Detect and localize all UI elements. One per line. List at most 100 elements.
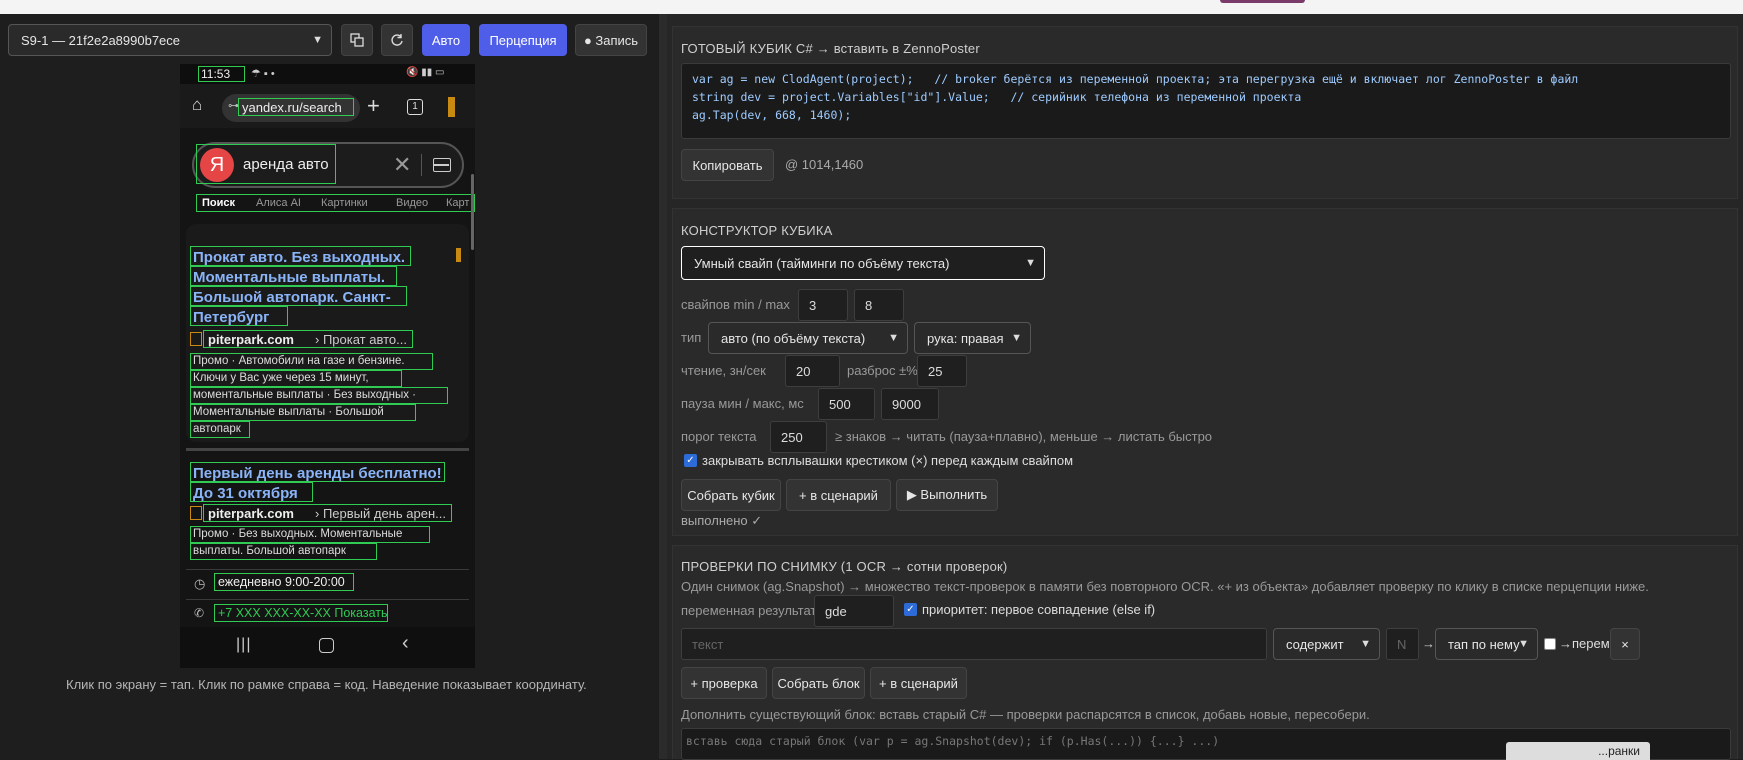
result1-title-line4[interactable]: Петербург <box>193 308 269 328</box>
hours-separator <box>186 569 469 570</box>
ready-cube-title: ГОТОВЫЙ КУБИК C# → вставить в ZennoPoste… <box>681 41 980 56</box>
result1-domain[interactable]: piterpark.com <box>208 332 294 347</box>
search-query[interactable]: аренда авто <box>243 156 329 173</box>
priority-checkbox[interactable]: ✓ <box>904 603 917 616</box>
auto-button[interactable]: Авто <box>422 24 470 56</box>
top-pill <box>1220 0 1305 3</box>
result1-desc-line4: Моментальные выплаты · Большой <box>193 406 384 418</box>
camera-search-icon[interactable] <box>433 158 451 172</box>
result2-desc-line2: выплаты. Большой автопарк <box>193 545 346 557</box>
corner-action-button[interactable]: ...ранки <box>1506 742 1650 760</box>
screen-hint: Клик по экрану = тап. Клик по рамке спра… <box>66 677 587 692</box>
phone-screen[interactable]: 11:53 ☂ ▪ • 🔇 ▮▮ ▭ ⌂ ⊶ yandex.ru/search … <box>180 64 475 668</box>
build-block-button[interactable]: Собрать блок <box>772 667 865 699</box>
tab-maps[interactable]: Карт <box>446 197 469 209</box>
swipes-max-input[interactable]: 8 <box>854 289 904 321</box>
run-status: выполнено ✓ <box>681 513 763 528</box>
result1-title-line2[interactable]: Моментальные выплаты. <box>193 268 385 288</box>
result2-title-line2[interactable]: До 31 октября <box>193 484 298 504</box>
copy-window-button[interactable] <box>341 24 373 56</box>
swipes-label: свайпов min / max <box>681 297 790 312</box>
chevron-down-icon: ▼ <box>312 34 323 46</box>
pause-label: пауза мин / макс, мс <box>681 396 804 411</box>
url-text: yandex.ru/search <box>242 100 342 115</box>
checks-card: ПРОВЕРКИ ПО СНИМКУ (1 OCR → сотни провер… <box>672 545 1738 760</box>
browser-top-strip <box>0 0 1743 14</box>
checks-title: ПРОВЕРКИ ПО СНИМКУ (1 OCR → сотни провер… <box>681 559 1008 574</box>
threshold-hint: ≥ знаков → читать (пауза+плавно), меньше… <box>835 429 1213 444</box>
type-select-value: авто (по объёму текста) <box>721 330 866 346</box>
copy-code-button[interactable]: Копировать <box>681 149 774 181</box>
code-line-2: string dev = project.Variables["id"].Val… <box>692 90 1302 104</box>
type-label: тип <box>681 330 702 345</box>
back-icon[interactable]: ‹ <box>402 632 409 655</box>
phone-separator <box>186 599 469 600</box>
tab-images[interactable]: Картинки <box>321 197 368 209</box>
pause-max-input[interactable]: 9000 <box>881 388 939 420</box>
hand-select[interactable]: рука: правая ▼ <box>914 322 1031 354</box>
result1-title-line1[interactable]: Прокат авто. Без выходных. <box>193 248 405 268</box>
pause-min-input[interactable]: 500 <box>818 388 875 420</box>
action-select[interactable]: тап по нему ▼ <box>1435 628 1538 660</box>
hand-select-value: рука: правая <box>927 330 1004 346</box>
new-tab-icon[interactable]: + <box>367 93 380 119</box>
match-select[interactable]: содержит ▼ <box>1273 628 1380 660</box>
tabs-count[interactable]: 1 <box>407 99 423 115</box>
swipes-min-input[interactable]: 3 <box>798 289 848 321</box>
action-select-value: тап по нему <box>1448 636 1520 652</box>
add-check-button[interactable]: + проверка <box>681 667 767 699</box>
close-popups-checkbox[interactable]: ✓ <box>684 454 697 467</box>
home-nav-icon[interactable] <box>319 638 334 653</box>
ready-cube-code[interactable]: var ag = new ClodAgent(project); // brok… <box>681 63 1731 139</box>
search-divider <box>421 154 422 176</box>
read-speed-input[interactable]: 20 <box>785 355 840 387</box>
recents-icon[interactable]: ||| <box>236 636 251 654</box>
threshold-input[interactable]: 250 <box>770 421 827 453</box>
threshold-label: порог текста <box>681 429 757 444</box>
mode-select[interactable]: Умный свайп (тайминги по объёму текста) … <box>681 246 1045 280</box>
constructor-title: КОНСТРУКТОР КУБИКА <box>681 223 833 238</box>
n-input[interactable]: N <box>1386 628 1419 660</box>
tab-alice[interactable]: Алиса AI <box>256 197 301 209</box>
add-to-scenario-button[interactable]: + в сценарий <box>786 479 891 511</box>
tab-video[interactable]: Видео <box>396 197 428 209</box>
arrow-label: → <box>1422 636 1435 651</box>
checks-description: Один снимок (ag.Snapshot) → множество те… <box>681 579 1649 594</box>
result1-desc-line5: автопарк <box>193 423 241 435</box>
menu-icon[interactable] <box>448 97 455 117</box>
refresh-button[interactable] <box>381 24 413 56</box>
result2-domain[interactable]: piterpark.com <box>208 506 294 521</box>
mode-select-value: Умный свайп (тайминги по объёму текста) <box>694 255 950 271</box>
perception-button[interactable]: Перцепция <box>479 24 567 56</box>
business-hours: ежедневно 9:00-20:00 <box>218 575 345 589</box>
home-icon[interactable]: ⌂ <box>192 95 202 115</box>
result1-path: › Прокат авто... <box>315 332 407 347</box>
result1-menu-icon[interactable] <box>456 248 461 262</box>
checks-to-scenario-button[interactable]: + в сценарий <box>870 667 967 699</box>
panel-divider[interactable] <box>659 14 667 759</box>
constructor-card: КОНСТРУКТОР КУБИКА Умный свайп (тайминги… <box>672 208 1738 536</box>
run-button[interactable]: ▶ Выполнить <box>896 479 998 511</box>
check-text-input[interactable]: текст <box>681 628 1267 660</box>
match-select-value: содержит <box>1286 636 1344 652</box>
copy-icon <box>350 33 364 47</box>
result2-title-line1[interactable]: Первый день аренды бесплатно! <box>193 464 442 484</box>
tab-search[interactable]: Поиск <box>202 197 235 209</box>
result1-title-line3[interactable]: Большой автопарк. Санкт- <box>193 288 391 308</box>
phone-number-line[interactable]: +7 XXX XXX-XX-XX Показать <box>218 606 388 620</box>
status-right-icons: 🔇 ▮▮ ▭ <box>406 67 445 78</box>
device-select-value: S9-1 — 21f2e2a8990b7ece <box>21 32 181 48</box>
to-var-checkbox[interactable] <box>1544 638 1556 650</box>
record-button[interactable]: ● Запись <box>575 24 647 56</box>
type-select[interactable]: авто (по объёму текста) ▼ <box>708 322 908 354</box>
result-var-input[interactable]: gde <box>814 595 894 627</box>
result2-desc-line1: Промо · Без выходных. Моментальные <box>193 528 403 540</box>
spread-input[interactable]: 25 <box>917 355 967 387</box>
remove-check-button[interactable]: × <box>1610 628 1640 660</box>
scrollbar[interactable] <box>471 174 474 250</box>
results-separator <box>186 448 469 451</box>
build-cube-button[interactable]: Собрать кубик <box>681 479 781 511</box>
clear-search-icon[interactable]: ✕ <box>393 152 411 178</box>
result1-desc-line3: моментальные выплаты · Без выходных · <box>193 389 417 401</box>
device-select[interactable]: S9-1 — 21f2e2a8990b7ece ▼ <box>8 24 332 56</box>
